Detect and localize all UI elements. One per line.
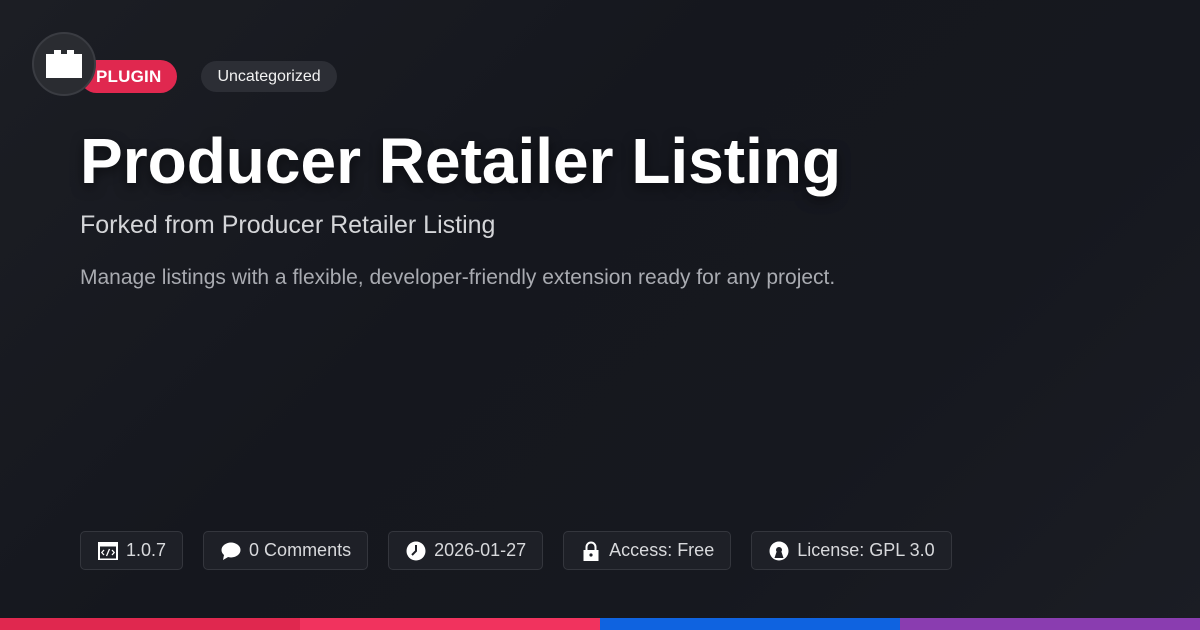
badge-row: PLUGIN Uncategorized: [80, 60, 337, 93]
version-chip: 1.0.7: [80, 531, 184, 570]
category-badge[interactable]: Uncategorized: [201, 61, 337, 92]
page-title: Producer Retailer Listing: [80, 125, 842, 197]
color-bar-segment: [0, 618, 300, 630]
version-text: 1.0.7: [126, 540, 167, 560]
comments-text: 0 Comments: [249, 540, 352, 560]
license-chip[interactable]: License: GPL 3.0: [751, 531, 952, 570]
meta-row: 1.0.7 0 Comments 2026-01-27 Access: Free…: [80, 531, 952, 570]
code-window-icon: [97, 540, 118, 561]
plugin-card: PLUGIN Uncategorized Producer Retailer L…: [0, 0, 1200, 630]
color-bar-segment: [900, 618, 1200, 630]
date-chip: 2026-01-27: [388, 531, 544, 570]
date-text: 2026-01-27: [434, 540, 527, 560]
color-bar-segment: [300, 618, 600, 630]
plugin-block-icon: [46, 50, 82, 78]
plugin-logo: [32, 32, 96, 96]
license-text: License: GPL 3.0: [797, 540, 935, 560]
page-description: Manage listings with a flexible, develop…: [80, 266, 836, 289]
color-bar-segment: [600, 618, 900, 630]
color-bar: [0, 618, 1200, 630]
access-chip: Access: Free: [563, 531, 732, 570]
page-subtitle: Forked from Producer Retailer Listing: [80, 211, 496, 239]
clock-icon: [405, 540, 426, 561]
access-text: Access: Free: [609, 540, 715, 560]
open-source-icon: [768, 540, 789, 561]
speech-bubble-icon: [220, 540, 241, 561]
comments-chip[interactable]: 0 Comments: [203, 531, 369, 570]
lock-icon: [580, 540, 601, 561]
